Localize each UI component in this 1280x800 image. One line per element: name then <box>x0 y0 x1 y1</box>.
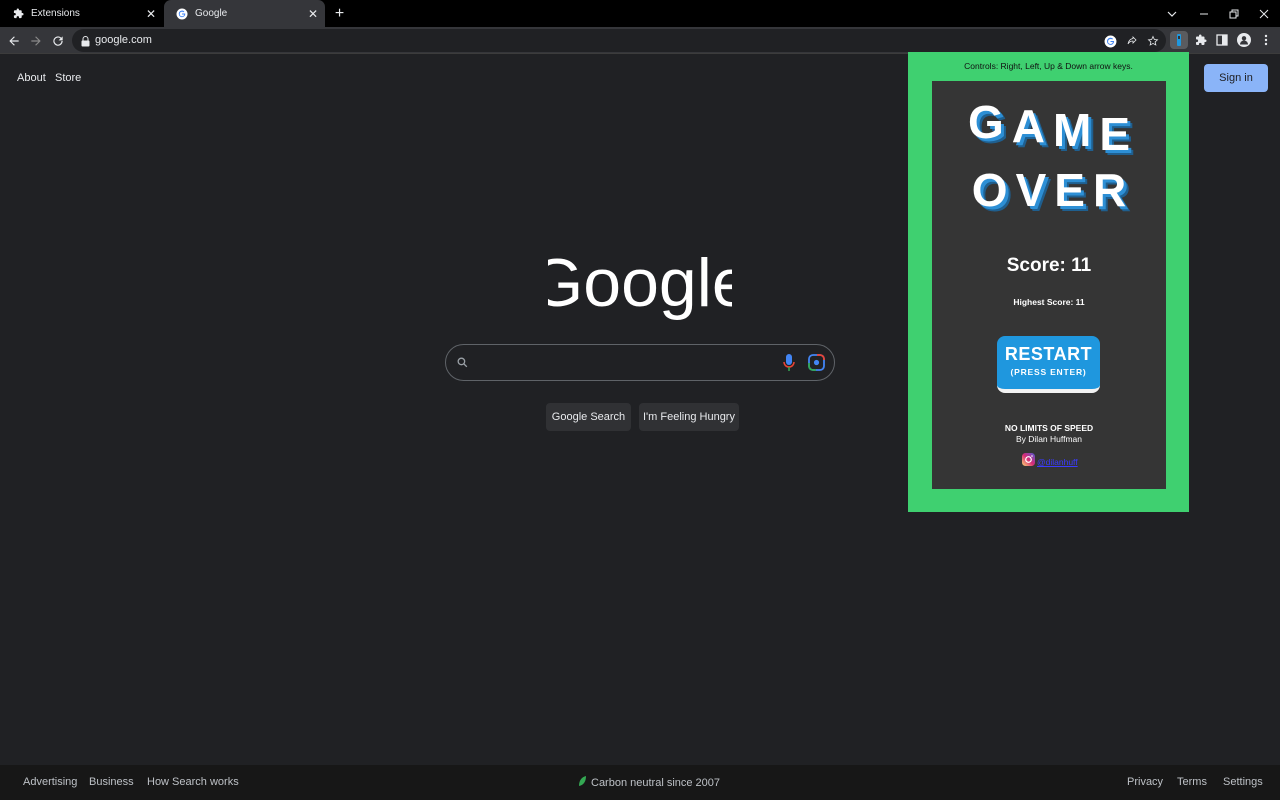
feeling-hungry-button[interactable]: I'm Feeling Hungry <box>639 403 739 431</box>
footer: Advertising Business How Search works Ca… <box>0 765 1280 800</box>
search-icon <box>456 356 469 374</box>
google-logo: Google <box>548 245 732 321</box>
game-over-line-1: GAME <box>932 95 1166 160</box>
tab-title: Google <box>195 8 228 19</box>
close-icon[interactable]: ✕ <box>143 6 159 22</box>
back-arrow-icon[interactable] <box>4 31 24 51</box>
close-icon[interactable]: ✕ <box>305 6 321 22</box>
instagram-handle[interactable]: @dilanhuff <box>1037 457 1078 467</box>
tab-extensions[interactable]: Extensions ✕ <box>0 0 163 27</box>
game-over-letter: A <box>1011 100 1045 152</box>
forward-arrow-icon[interactable] <box>26 31 46 51</box>
footer-how-search-works-link[interactable]: How Search works <box>147 776 239 788</box>
restart-label: RESTART <box>1004 344 1093 364</box>
google-lens-icon[interactable] <box>1102 33 1118 49</box>
profile-avatar-icon[interactable] <box>1235 31 1253 49</box>
carbon-neutral[interactable]: Carbon neutral since 2007 <box>578 776 720 790</box>
svg-text:Google: Google <box>548 245 732 321</box>
restart-hint: (PRESS ENTER) <box>1010 367 1087 377</box>
google-lens-camera-icon[interactable] <box>808 354 825 376</box>
game-title: NO LIMITS OF SPEED <box>1004 423 1094 433</box>
controls-hint: Controls: Right, Left, Up & Down arrow k… <box>964 61 1133 71</box>
instagram-link[interactable]: @dilanhuff <box>1022 453 1078 471</box>
extension-popup: Controls: Right, Left, Up & Down arrow k… <box>908 52 1189 512</box>
puzzle-icon <box>12 8 24 20</box>
sign-in-button[interactable]: Sign in <box>1204 64 1268 92</box>
share-icon[interactable] <box>1124 33 1140 49</box>
score-display: Score: 11 <box>1006 255 1092 276</box>
game-over-letter: M <box>1053 104 1092 156</box>
tab-google[interactable]: Google ✕ <box>164 0 325 27</box>
google-search-button[interactable]: Google Search <box>546 403 631 431</box>
search-box[interactable] <box>445 344 835 381</box>
extension-game-icon[interactable] <box>1170 31 1188 49</box>
new-tab-button[interactable]: + <box>331 5 348 22</box>
author-byline: By Dilan Huffman <box>1016 434 1082 444</box>
game-over-letter: E <box>1054 164 1085 216</box>
footer-business-link[interactable]: Business <box>89 776 134 788</box>
highest-score-display: Highest Score: 11 <box>1013 297 1085 307</box>
lock-icon[interactable] <box>81 34 90 52</box>
footer-advertising-link[interactable]: Advertising <box>23 776 77 788</box>
tab-strip: Extensions ✕ Google ✕ + <box>0 0 1280 27</box>
footer-terms-link[interactable]: Terms <box>1177 776 1207 788</box>
search-input[interactable] <box>480 353 780 373</box>
url-text: google.com <box>95 34 152 46</box>
restart-button[interactable]: RESTART (PRESS ENTER) <box>997 336 1100 393</box>
game-over-letter: R <box>1092 164 1127 216</box>
voice-search-mic-icon[interactable] <box>783 354 795 377</box>
address-bar[interactable]: google.com <box>72 29 1166 52</box>
close-window-icon[interactable] <box>1249 0 1279 27</box>
browser-toolbar: google.com <box>0 27 1280 54</box>
game-panel: GAME OVER Score: 11 Highest Score: 11 RE… <box>932 81 1166 489</box>
about-link[interactable]: About <box>17 72 46 84</box>
extensions-puzzle-icon[interactable] <box>1192 31 1210 49</box>
game-over-line-2: OVER <box>932 163 1166 217</box>
leaf-icon <box>578 776 587 790</box>
restore-icon[interactable] <box>1219 0 1249 27</box>
instagram-icon <box>1022 453 1035 471</box>
store-link[interactable]: Store <box>55 72 81 84</box>
kebab-menu-icon[interactable] <box>1257 31 1275 49</box>
tab-search-icon[interactable] <box>1157 0 1187 27</box>
footer-settings-link[interactable]: Settings <box>1223 776 1263 788</box>
footer-privacy-link[interactable]: Privacy <box>1127 776 1163 788</box>
minimize-icon[interactable] <box>1189 0 1219 27</box>
carbon-neutral-text: Carbon neutral since 2007 <box>591 777 721 789</box>
game-over-letter: G <box>967 96 1004 148</box>
google-g-icon <box>176 8 188 20</box>
tab-title: Extensions <box>31 8 80 19</box>
reload-icon[interactable] <box>48 31 68 51</box>
side-panel-icon[interactable] <box>1213 31 1231 49</box>
game-over-letter: E <box>1099 108 1131 160</box>
game-over-letter: V <box>1015 164 1047 216</box>
bookmark-star-icon[interactable] <box>1145 33 1161 49</box>
game-over-letter: O <box>971 164 1008 216</box>
